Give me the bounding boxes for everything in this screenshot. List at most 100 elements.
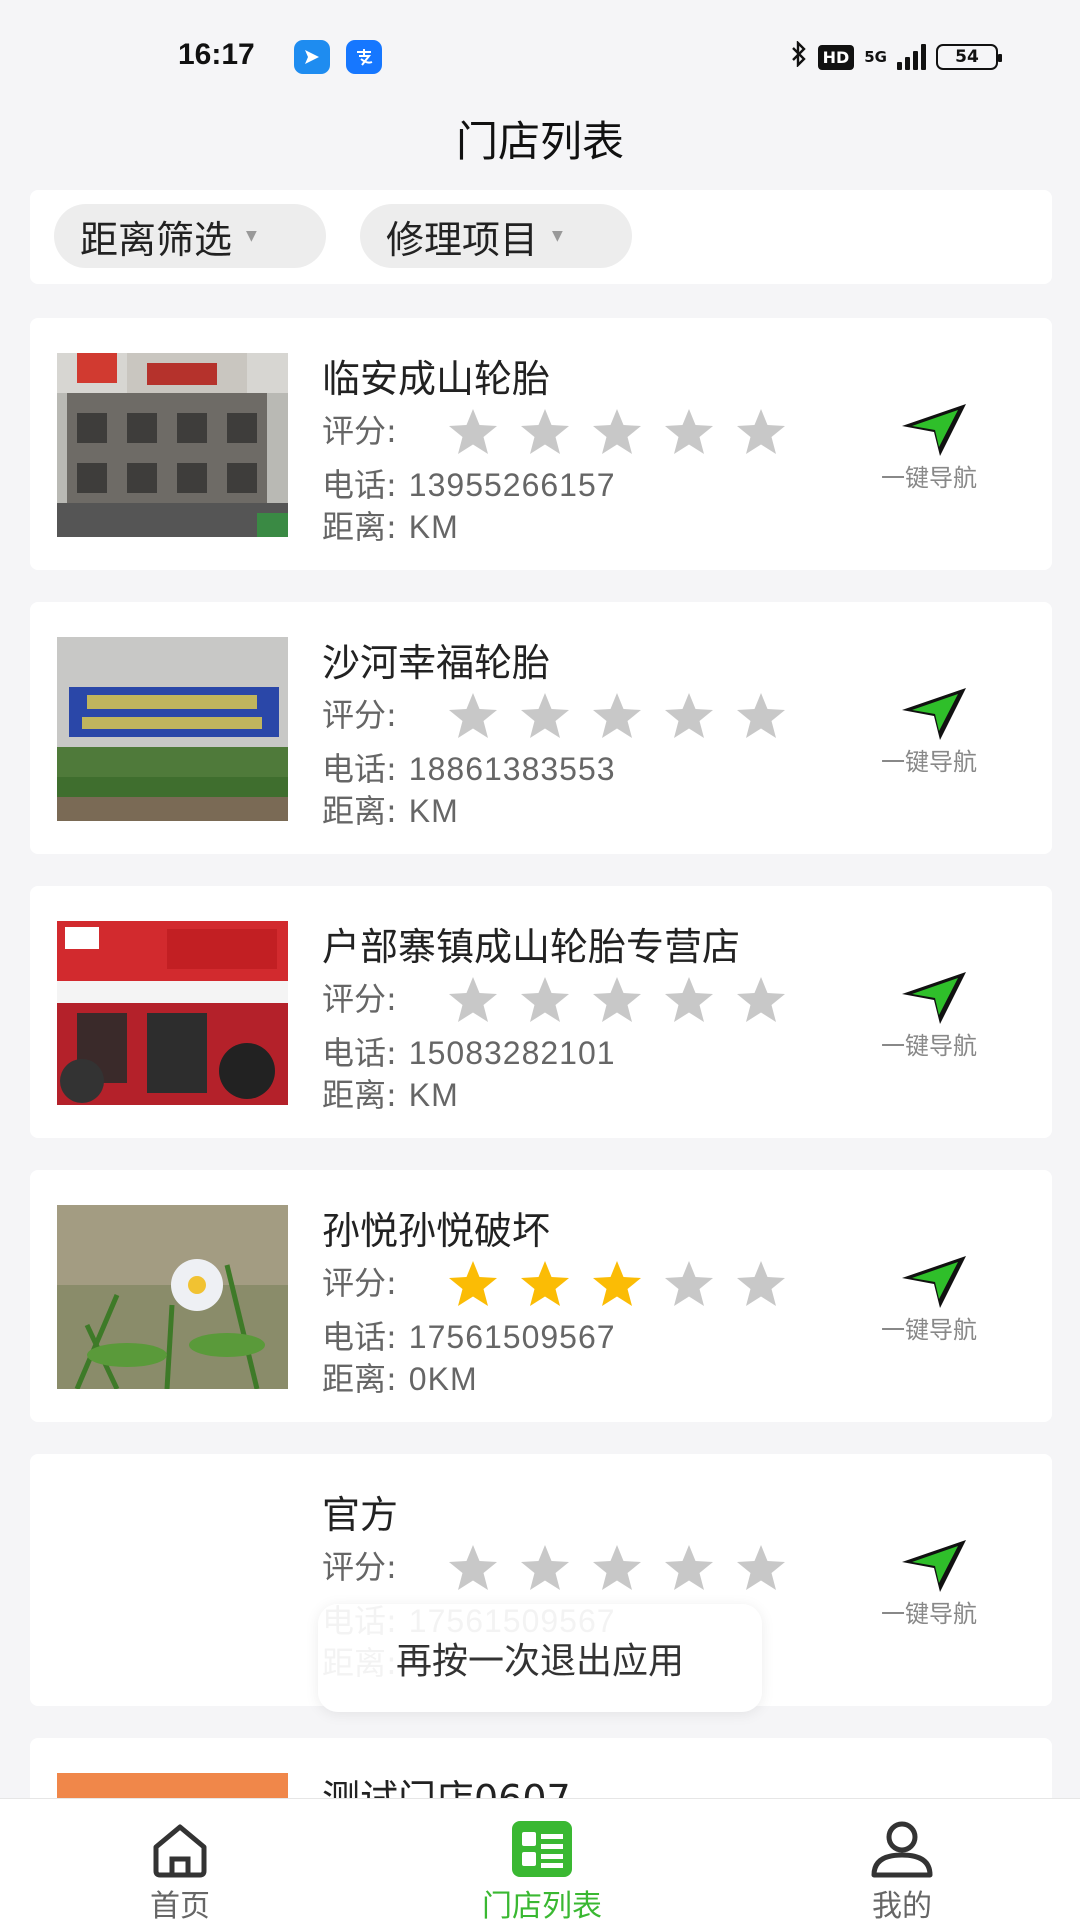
star-icon — [593, 977, 641, 1022]
distance-filter-dropdown[interactable]: 距离筛选 ▼ — [54, 204, 326, 268]
star-icon — [449, 409, 497, 454]
phone-row: 电话: 13955266157 — [322, 460, 616, 506]
rating-label: 评分: — [322, 980, 397, 1018]
alipay-app-icon — [346, 40, 382, 74]
rating-stars — [446, 406, 788, 458]
status-time: 16:17 — [178, 38, 255, 71]
phone-number: 13955266157 — [408, 467, 616, 503]
star-icon — [737, 409, 785, 454]
distance-row: 距离: 0KM — [322, 1354, 478, 1400]
phone-label: 电话: — [322, 750, 397, 788]
battery-icon: 54 — [936, 44, 1002, 70]
page-title: 门店列表 — [455, 117, 624, 166]
phone-row: 电话: 15083282101 — [322, 1028, 616, 1074]
phone-row: 电话: 18861383553 — [322, 744, 616, 790]
star-icon — [737, 977, 785, 1022]
rating-label: 评分: — [322, 1264, 397, 1302]
home-icon — [153, 1824, 207, 1878]
star-icon — [665, 1545, 713, 1590]
star-icon — [521, 977, 569, 1022]
distance-value: KM — [408, 1077, 459, 1113]
tab-mine-label: 我的 — [872, 1889, 932, 1920]
star-icon — [449, 977, 497, 1022]
navigation-arrow-icon — [902, 404, 966, 456]
store-name: 官方 — [322, 1493, 399, 1537]
star-icon — [737, 1261, 785, 1306]
tab-store-list[interactable]: 门店列表 — [442, 1799, 642, 1920]
navigate-button[interactable]: 一键导航 — [864, 968, 994, 1064]
navigate-button[interactable]: 一键导航 — [864, 684, 994, 780]
phone-label: 电话: — [322, 1034, 397, 1072]
distance-row: 距离: KM — [322, 502, 459, 548]
network-type: 5G — [864, 48, 887, 66]
store-card[interactable]: 沙河幸福轮胎评分: 电话: 18861383553 距离: KM 一键导航 — [30, 602, 1052, 854]
store-photo — [57, 921, 288, 1105]
star-icon — [593, 693, 641, 738]
navigate-label: 一键导航 — [881, 1316, 977, 1344]
star-icon — [521, 1545, 569, 1590]
tab-store-list-label: 门店列表 — [482, 1889, 602, 1920]
rating-label: 评分: — [322, 412, 397, 450]
repair-item-filter-dropdown[interactable]: 修理项目 ▼ — [360, 204, 632, 268]
star-icon — [665, 1261, 713, 1306]
navigate-label: 一键导航 — [881, 464, 977, 492]
star-icon — [737, 1545, 785, 1590]
navigate-button[interactable]: 一键导航 — [864, 400, 994, 496]
store-name: 临安成山轮胎 — [322, 357, 551, 401]
distance-value: 0KM — [408, 1361, 478, 1397]
store-list-icon — [512, 1821, 572, 1877]
navigate-button[interactable]: 一键导航 — [864, 1536, 994, 1632]
store-photo — [57, 637, 288, 821]
distance-label: 距离: — [322, 1076, 397, 1114]
battery-level: 54 — [955, 47, 979, 67]
rating-label: 评分: — [322, 1548, 397, 1586]
star-icon — [593, 1261, 641, 1306]
tab-home[interactable]: 首页 — [80, 1799, 280, 1920]
navigation-arrow-icon — [902, 688, 966, 740]
star-icon — [593, 409, 641, 454]
status-indicators: HD 5G 54 — [790, 39, 1002, 74]
rating-stars — [446, 1542, 788, 1594]
navigate-label: 一键导航 — [881, 748, 977, 776]
star-icon — [449, 1261, 497, 1306]
store-photo — [57, 353, 288, 537]
signal-icon — [897, 44, 926, 70]
filter-bar: 距离筛选 ▼ 修理项目 ▼ — [30, 190, 1052, 284]
star-icon — [449, 693, 497, 738]
tab-mine[interactable]: 我的 — [802, 1799, 1002, 1920]
bottom-tab-bar: 首页 门店列表 我的 — [0, 1798, 1080, 1920]
star-icon — [521, 1261, 569, 1306]
profile-icon — [871, 1821, 933, 1878]
bluetooth-icon — [790, 39, 808, 74]
distance-filter-label: 距离筛选 — [80, 217, 233, 262]
store-name: 沙河幸福轮胎 — [322, 641, 551, 685]
star-icon — [665, 977, 713, 1022]
distance-label: 距离: — [322, 792, 397, 830]
navigate-label: 一键导航 — [881, 1600, 977, 1628]
phone-number: 15083282101 — [408, 1035, 616, 1071]
rating-stars — [446, 1258, 788, 1310]
phone-label: 电话: — [322, 1318, 397, 1356]
store-name: 孙悦孙悦破坏 — [322, 1209, 551, 1253]
distance-row: 距离: KM — [322, 786, 459, 832]
distance-value: KM — [408, 793, 459, 829]
exit-toast: 再按一次退出应用 — [318, 1604, 762, 1712]
rating-label: 评分: — [322, 696, 397, 734]
navigate-button[interactable]: 一键导航 — [864, 1252, 994, 1348]
phone-label: 电话: — [322, 466, 397, 504]
distance-value: KM — [408, 509, 459, 545]
store-card[interactable]: 孙悦孙悦破坏 评分: 电话: 17561509567 距离: 0KM 一键导航 — [30, 1170, 1052, 1422]
store-name: 户部寨镇成山轮胎专营店 — [322, 925, 741, 969]
navigation-arrow-icon — [902, 1540, 966, 1592]
repair-item-filter-label: 修理项目 — [386, 217, 539, 262]
star-icon — [521, 693, 569, 738]
chevron-down-icon: ▼ — [552, 228, 563, 244]
store-photo — [57, 1205, 288, 1389]
star-icon — [593, 1545, 641, 1590]
chevron-down-icon: ▼ — [246, 228, 257, 244]
rating-stars — [446, 690, 788, 742]
star-icon — [665, 693, 713, 738]
phone-number: 18861383553 — [408, 751, 616, 787]
store-card[interactable]: 临安成山轮胎评分: 电话: 13955266157 距离: KM 一键导航 — [30, 318, 1052, 570]
store-card[interactable]: 户部寨镇成山轮胎专营店评分: 电话: 15083282101 距离: KM 一键导航 — [30, 886, 1052, 1138]
